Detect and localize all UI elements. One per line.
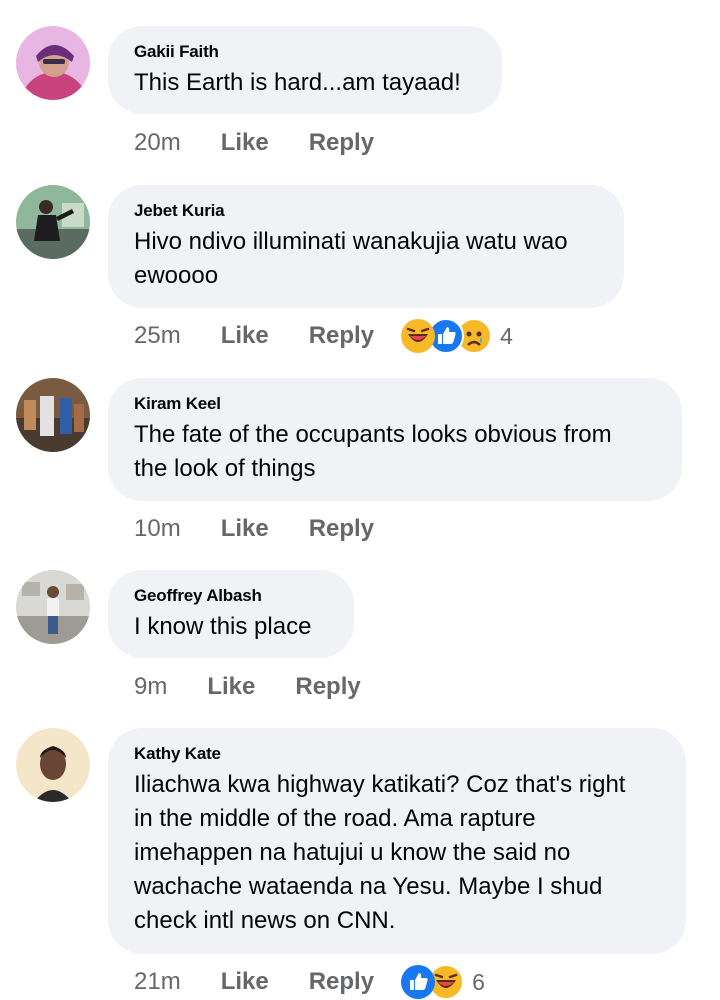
- like-button[interactable]: Like: [207, 671, 255, 703]
- avatar[interactable]: [16, 570, 90, 644]
- comment-author[interactable]: Kathy Kate: [134, 744, 660, 764]
- reaction-summary[interactable]: 6: [400, 964, 485, 1000]
- reaction-count: 4: [500, 323, 513, 349]
- comment-actions: 10m Like Reply: [134, 513, 374, 545]
- comment-timestamp[interactable]: 10m: [134, 513, 181, 545]
- avatar[interactable]: [16, 26, 90, 100]
- reply-button[interactable]: Reply: [309, 127, 374, 159]
- comment-timestamp[interactable]: 25m: [134, 320, 181, 352]
- comment-text: Iliachwa kwa highway katikati? Coz that'…: [134, 768, 660, 938]
- reaction-count: 6: [472, 969, 485, 995]
- comment-text-line: Hivo ndivo illuminati wanakujia watu wao: [134, 228, 568, 255]
- avatar[interactable]: [16, 185, 90, 259]
- comment-timestamp[interactable]: 9m: [134, 671, 167, 703]
- laugh-react-icon: [400, 318, 436, 354]
- reply-button[interactable]: Reply: [309, 513, 374, 545]
- comment-bubble: Kiram Keel The fate of the occupants loo…: [108, 378, 682, 501]
- comment-bubble: Geoffrey Albash I know this place: [108, 570, 354, 658]
- comment-bubble: Jebet Kuria Hivo ndivo illuminati wanaku…: [108, 185, 624, 308]
- comment-actions: 25m Like Reply 4: [134, 318, 513, 354]
- comment-text-line: ewoooo: [134, 262, 219, 289]
- like-button[interactable]: Like: [221, 513, 269, 545]
- comment-actions: 21m Like Reply 6: [134, 964, 485, 1000]
- comment-author[interactable]: Kiram Keel: [134, 394, 656, 414]
- comment-timestamp[interactable]: 20m: [134, 127, 181, 159]
- comment-text: I know this place: [134, 613, 312, 640]
- comment-actions: 9m Like Reply: [134, 671, 361, 703]
- comment-text: Hivo ndivo illuminati wanakujia watu wao…: [134, 225, 598, 293]
- comment-author[interactable]: Gakii Faith: [134, 42, 476, 62]
- comment-text-line: imehappen na hatujui u know the said no: [134, 839, 571, 866]
- like-button[interactable]: Like: [221, 320, 269, 352]
- reaction-summary[interactable]: 4: [400, 318, 513, 354]
- comment-bubble: Gakii Faith This Earth is hard...am taya…: [108, 26, 502, 114]
- comment-text: This Earth is hard...am tayaad!: [134, 69, 461, 96]
- user-photo-icon: [16, 728, 90, 802]
- comment-author[interactable]: Geoffrey Albash: [134, 586, 328, 606]
- comment-bubble: Kathy Kate Iliachwa kwa highway katikati…: [108, 728, 686, 954]
- reply-button[interactable]: Reply: [309, 966, 374, 998]
- avatar[interactable]: [16, 378, 90, 452]
- user-photo-icon: [16, 26, 90, 100]
- comment-text-line: wachache wataenda na Yesu. Maybe I shud: [134, 873, 603, 900]
- user-photo-icon: [16, 378, 90, 452]
- user-photo-icon: [16, 185, 90, 259]
- comment-text-line: in the middle of the road. Ama rapture: [134, 805, 536, 832]
- reply-button[interactable]: Reply: [295, 671, 360, 703]
- comment-text-line: Iliachwa kwa highway katikati? Coz that'…: [134, 771, 626, 798]
- like-button[interactable]: Like: [221, 127, 269, 159]
- comment-text-line: the look of things: [134, 455, 316, 482]
- like-react-icon: [400, 964, 436, 1000]
- like-button[interactable]: Like: [221, 966, 269, 998]
- comment-text-line: The fate of the occupants looks obvious …: [134, 421, 612, 448]
- reply-button[interactable]: Reply: [309, 320, 374, 352]
- comment-author[interactable]: Jebet Kuria: [134, 201, 598, 221]
- comment-text: The fate of the occupants looks obvious …: [134, 418, 656, 486]
- comment-actions: 20m Like Reply: [134, 127, 374, 159]
- avatar[interactable]: [16, 728, 90, 802]
- comment-text-line: check intl news on CNN.: [134, 907, 396, 934]
- user-photo-icon: [16, 570, 90, 644]
- comment-timestamp[interactable]: 21m: [134, 966, 181, 998]
